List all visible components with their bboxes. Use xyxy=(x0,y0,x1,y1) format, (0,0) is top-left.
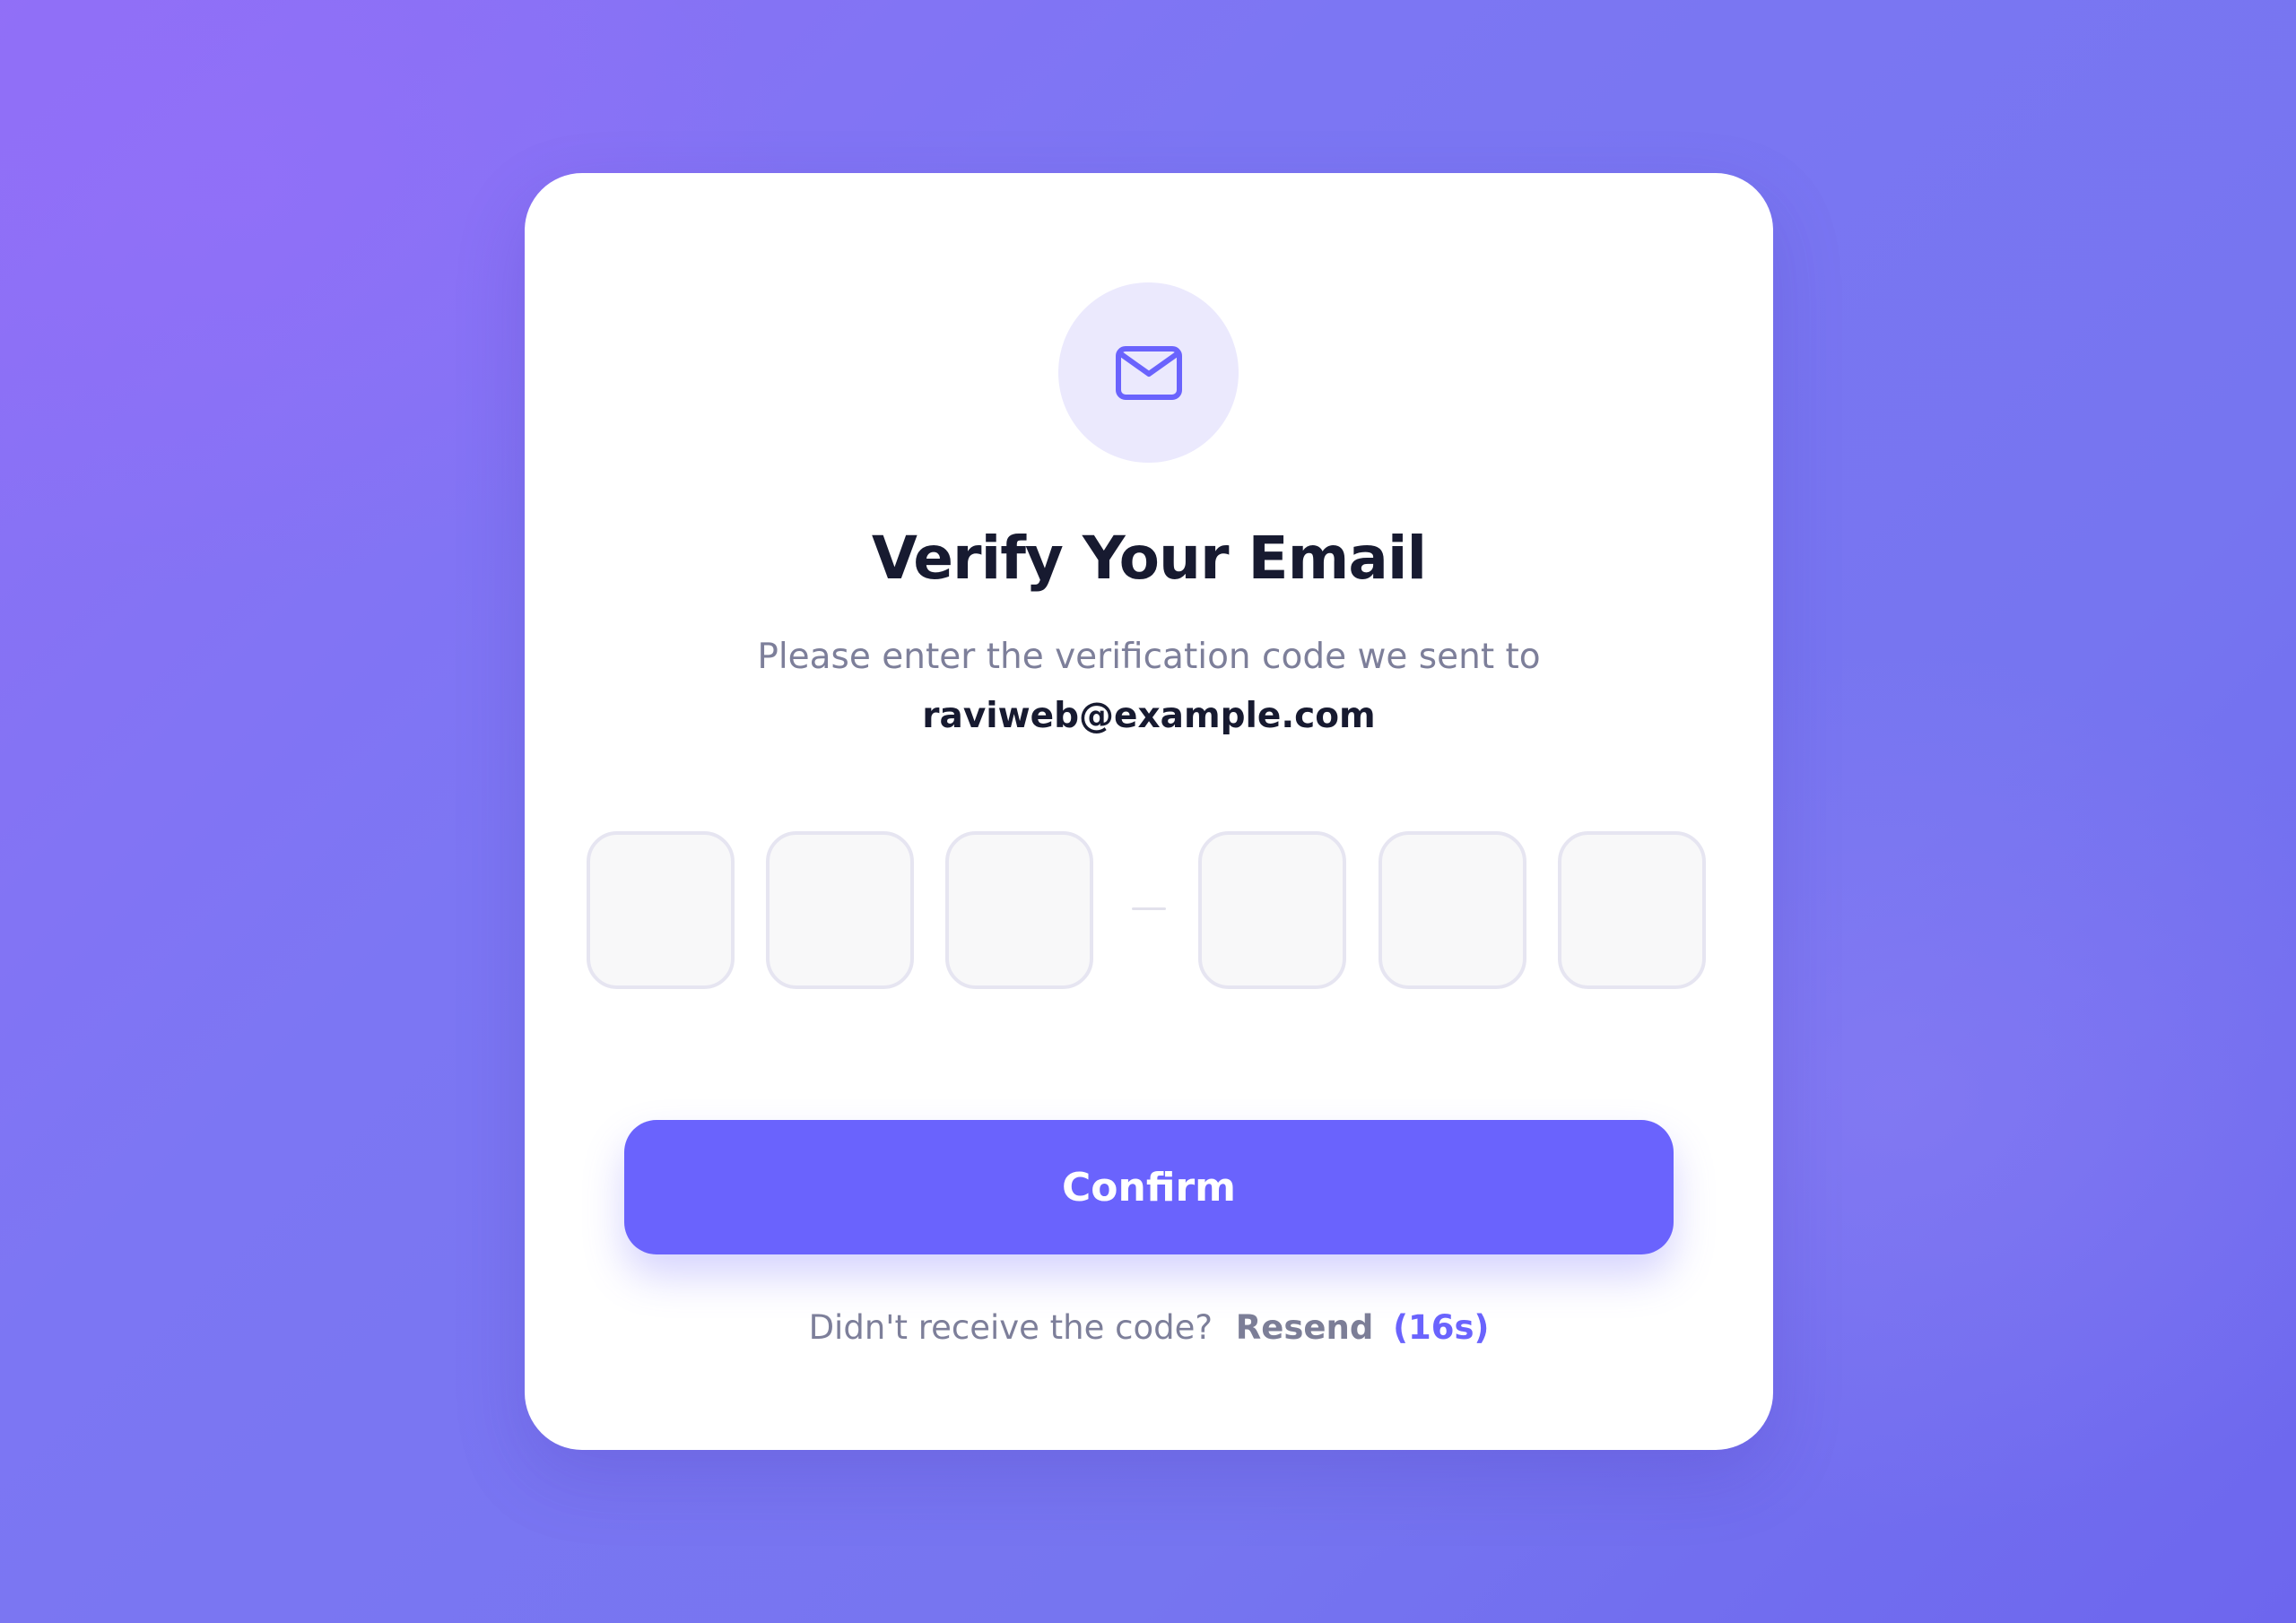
resend-link[interactable]: Resend xyxy=(1236,1308,1374,1347)
instruction-text: Please enter the verification code we se… xyxy=(757,637,1541,677)
resend-countdown: (16s) xyxy=(1393,1308,1490,1347)
icon-badge xyxy=(1058,282,1239,463)
resend-row: Didn't receive the code? Resend (16s) xyxy=(525,1303,1773,1353)
page-title: Verify Your Email xyxy=(871,524,1427,593)
otp-digit-1[interactable] xyxy=(587,831,735,989)
email-address: raviweb@example.com xyxy=(922,696,1376,736)
resend-prompt: Didn't receive the code? xyxy=(808,1308,1213,1347)
otp-digit-6[interactable] xyxy=(1558,831,1706,989)
otp-digit-2[interactable] xyxy=(766,831,914,989)
confirm-button[interactable]: Confirm xyxy=(624,1120,1674,1254)
otp-digit-3[interactable] xyxy=(945,831,1093,989)
otp-digit-5[interactable] xyxy=(1378,831,1526,989)
otp-separator xyxy=(1132,907,1166,910)
otp-digit-4[interactable] xyxy=(1198,831,1346,989)
envelope-icon xyxy=(1115,345,1182,400)
verification-card: Verify Your Email Please enter the verif… xyxy=(525,173,1773,1450)
